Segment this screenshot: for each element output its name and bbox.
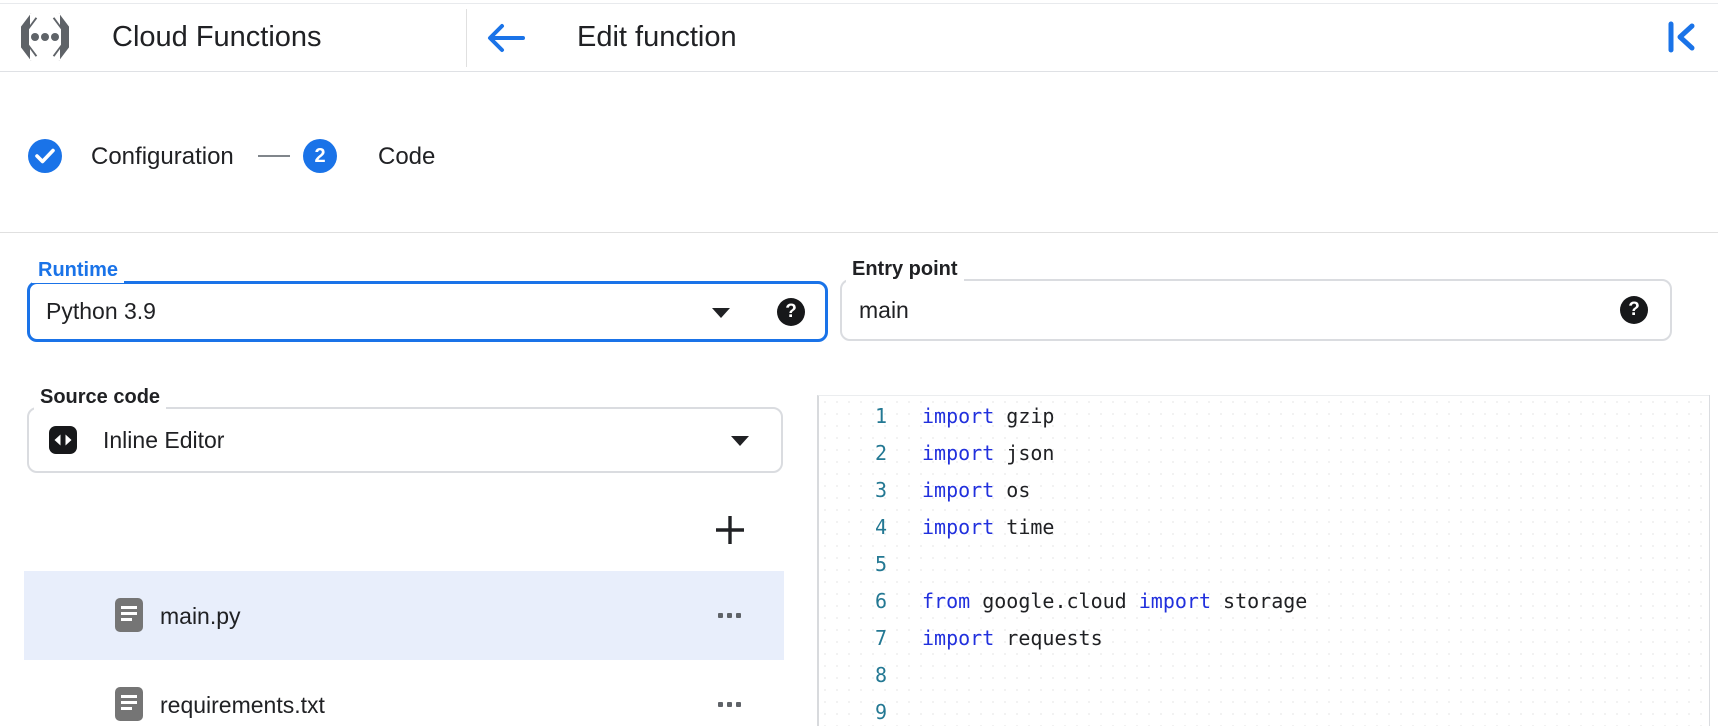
file-name: main.py [160, 602, 241, 630]
runtime-help-icon[interactable]: ? [777, 298, 805, 326]
code-line-2[interactable]: 2import json [819, 435, 1709, 472]
code-line-4[interactable]: 4import time [819, 509, 1709, 546]
step-code-indicator[interactable]: 2 [303, 139, 337, 173]
file-name: requirements.txt [160, 691, 325, 719]
source-code-value: Inline Editor [103, 427, 224, 454]
step-configuration-label[interactable]: Configuration [91, 142, 234, 172]
code-line-1[interactable]: 1import gzip [819, 398, 1709, 435]
check-icon [35, 148, 55, 164]
runtime-value: Python 3.9 [46, 298, 156, 325]
more-options-icon[interactable] [718, 699, 748, 709]
code-text: import json [887, 435, 1054, 472]
code-line-3[interactable]: 3import os [819, 472, 1709, 509]
code-line-6[interactable]: 6from google.cloud import storage [819, 583, 1709, 620]
code-line-5[interactable]: 5 [819, 546, 1709, 583]
header-divider [466, 9, 467, 67]
file-document-icon [115, 687, 143, 726]
step-code-label[interactable]: Code [378, 142, 435, 172]
runtime-select[interactable]: Python 3.9 ? [27, 281, 828, 342]
file-list: main.py requirements.txt [24, 571, 784, 726]
collapse-panel-icon[interactable] [1664, 21, 1700, 53]
code-text [887, 657, 922, 694]
code-text [887, 694, 922, 726]
file-row-requirements.txt[interactable]: requirements.txt [24, 660, 784, 726]
source-code-label: Source code [34, 384, 166, 410]
add-file-icon[interactable] [711, 511, 749, 549]
chevron-down-icon [731, 436, 749, 446]
code-text: import requests [887, 620, 1103, 657]
code-editor[interactable]: 1import gzip2import json3import os4impor… [817, 395, 1709, 726]
line-number: 3 [819, 472, 887, 509]
code-text: import os [887, 472, 1030, 509]
code-text [887, 546, 922, 583]
file-document-icon [115, 598, 143, 637]
chevron-down-icon [712, 308, 730, 318]
line-number: 5 [819, 546, 887, 583]
line-number: 8 [819, 657, 887, 694]
code-line-7[interactable]: 7import requests [819, 620, 1709, 657]
entry-point-value: main [859, 297, 909, 324]
step-connector [258, 155, 290, 157]
step-configuration-indicator[interactable] [28, 139, 62, 173]
code-line-9[interactable]: 9 [819, 694, 1709, 726]
cloud-functions-logo [18, 12, 72, 62]
source-code-select[interactable]: Inline Editor [27, 407, 783, 473]
file-row-main.py[interactable]: main.py [24, 571, 784, 660]
arrow-back-icon[interactable] [484, 21, 526, 55]
edit-function-page: Cloud Functions Edit function Configurat… [0, 0, 1718, 726]
line-number: 2 [819, 435, 887, 472]
product-title: Cloud Functions [112, 19, 322, 55]
entry-point-help-icon[interactable]: ? [1620, 296, 1648, 324]
editor-scrollbar-track[interactable] [1709, 395, 1710, 726]
entry-point-label: Entry point [846, 256, 964, 282]
code-text: import time [887, 509, 1054, 546]
entry-point-input[interactable]: main ? [840, 279, 1672, 341]
section-divider [0, 232, 1718, 233]
line-number: 4 [819, 509, 887, 546]
line-number: 9 [819, 694, 887, 726]
line-number: 7 [819, 620, 887, 657]
header: Cloud Functions Edit function [0, 4, 1718, 72]
page-title: Edit function [577, 19, 737, 55]
line-number: 6 [819, 583, 887, 620]
code-line-8[interactable]: 8 [819, 657, 1709, 694]
code-text: import gzip [887, 398, 1054, 435]
code-text: from google.cloud import storage [887, 583, 1307, 620]
inline-editor-icon [49, 426, 77, 454]
line-number: 1 [819, 398, 887, 435]
more-options-icon[interactable] [718, 610, 748, 620]
runtime-label: Runtime [32, 257, 124, 283]
